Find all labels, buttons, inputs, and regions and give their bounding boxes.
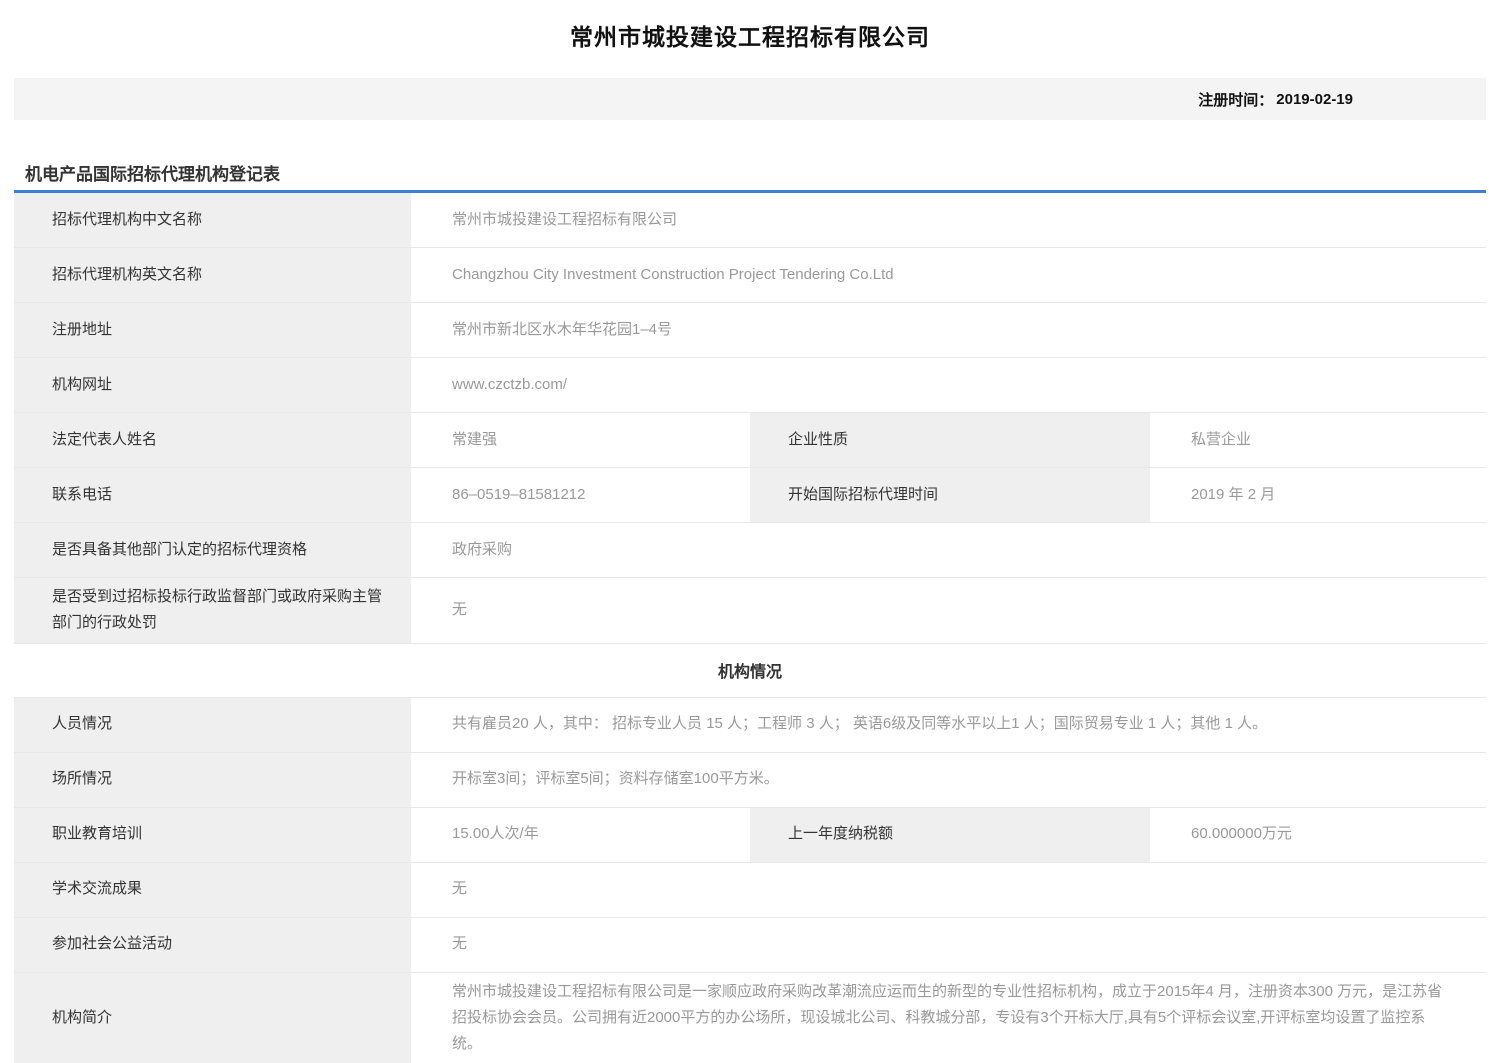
row-label: 职业教育培训 (14, 808, 413, 862)
table-row: 学术交流成果无 (14, 863, 1486, 918)
table-row: 参加社会公益活动无 (14, 918, 1486, 973)
table-row: 机构网址www.czctzb.com/ (14, 358, 1486, 413)
row-label: 是否具备其他部门认定的招标代理资格 (14, 523, 413, 577)
row-value: 开标室3间；评标室5间；资料存储室100平方米。 (413, 753, 1486, 807)
table-row: 机构简介常州市城投建设工程招标有限公司是一家顺应政府采购改革潮流应运而生的新型的… (14, 973, 1486, 1063)
register-time-value: 2019-02-19 (1276, 91, 1353, 108)
row-label: 招标代理机构中文名称 (14, 193, 413, 247)
row-value: 60.000000万元 (1152, 808, 1486, 862)
table-section-row: 机构情况 (14, 644, 1486, 698)
row-label: 联系电话 (14, 468, 413, 522)
row-label: 机构简介 (14, 973, 413, 1063)
section-row-title: 机构情况 (718, 658, 782, 682)
row-label: 场所情况 (14, 753, 413, 807)
section-title: 机电产品国际招标代理机构登记表 (25, 160, 1500, 185)
row-value: 无 (413, 863, 1486, 917)
table-row: 注册地址常州市新北区水木年华花园1–4号 (14, 303, 1486, 358)
row-value: 常州市城投建设工程招标有限公司 (413, 193, 1486, 247)
table-row: 职业教育培训15.00人次/年上一年度纳税额60.000000万元 (14, 808, 1486, 863)
register-time-label: 注册时间： (1198, 89, 1273, 110)
row-value: 无 (413, 578, 1486, 643)
registration-table: 招标代理机构中文名称常州市城投建设工程招标有限公司招标代理机构英文名称Chang… (14, 190, 1486, 1063)
row-value: 86–0519–81581212 (413, 468, 750, 522)
row-label: 人员情况 (14, 698, 413, 752)
row-label: 参加社会公益活动 (14, 918, 413, 972)
row-label: 机构网址 (14, 358, 413, 412)
row-value: 无 (413, 918, 1486, 972)
row-value: 15.00人次/年 (413, 808, 750, 862)
row-value: 政府采购 (413, 523, 1486, 577)
table-row: 是否受到过招标投标行政监督部门或政府采购主管部门的行政处罚无 (14, 578, 1486, 644)
page-title: 常州市城投建设工程招标有限公司 (0, 18, 1500, 52)
row-label: 开始国际招标代理时间 (750, 468, 1152, 522)
table-row: 招标代理机构中文名称常州市城投建设工程招标有限公司 (14, 193, 1486, 248)
row-value: 常建强 (413, 413, 750, 467)
row-label: 注册地址 (14, 303, 413, 357)
row-value: Changzhou City Investment Construction P… (413, 248, 1486, 302)
table-row: 场所情况开标室3间；评标室5间；资料存储室100平方米。 (14, 753, 1486, 808)
row-value: 私营企业 (1152, 413, 1486, 467)
table-row: 招标代理机构英文名称Changzhou City Investment Cons… (14, 248, 1486, 303)
row-value: 常州市新北区水木年华花园1–4号 (413, 303, 1486, 357)
table-row: 联系电话86–0519–81581212开始国际招标代理时间2019 年 2 月 (14, 468, 1486, 523)
row-label: 是否受到过招标投标行政监督部门或政府采购主管部门的行政处罚 (14, 578, 413, 643)
row-label: 法定代表人姓名 (14, 413, 413, 467)
row-value: 2019 年 2 月 (1152, 468, 1486, 522)
row-label: 上一年度纳税额 (750, 808, 1152, 862)
page: 常州市城投建设工程招标有限公司 注册时间： 2019-02-19 机电产品国际招… (0, 0, 1500, 1063)
row-value: 共有雇员20 人，其中： 招标专业人员 15 人；工程师 3 人； 英语6级及同… (413, 698, 1486, 752)
row-value: www.czctzb.com/ (413, 358, 1486, 412)
table-row: 法定代表人姓名常建强企业性质私营企业 (14, 413, 1486, 468)
register-time-bar: 注册时间： 2019-02-19 (14, 78, 1486, 120)
table-row: 人员情况共有雇员20 人，其中： 招标专业人员 15 人；工程师 3 人； 英语… (14, 698, 1486, 753)
row-label: 学术交流成果 (14, 863, 413, 917)
table-row: 是否具备其他部门认定的招标代理资格政府采购 (14, 523, 1486, 578)
row-label: 招标代理机构英文名称 (14, 248, 413, 302)
row-label: 企业性质 (750, 413, 1152, 467)
row-value: 常州市城投建设工程招标有限公司是一家顺应政府采购改革潮流应运而生的新型的专业性招… (413, 973, 1486, 1063)
